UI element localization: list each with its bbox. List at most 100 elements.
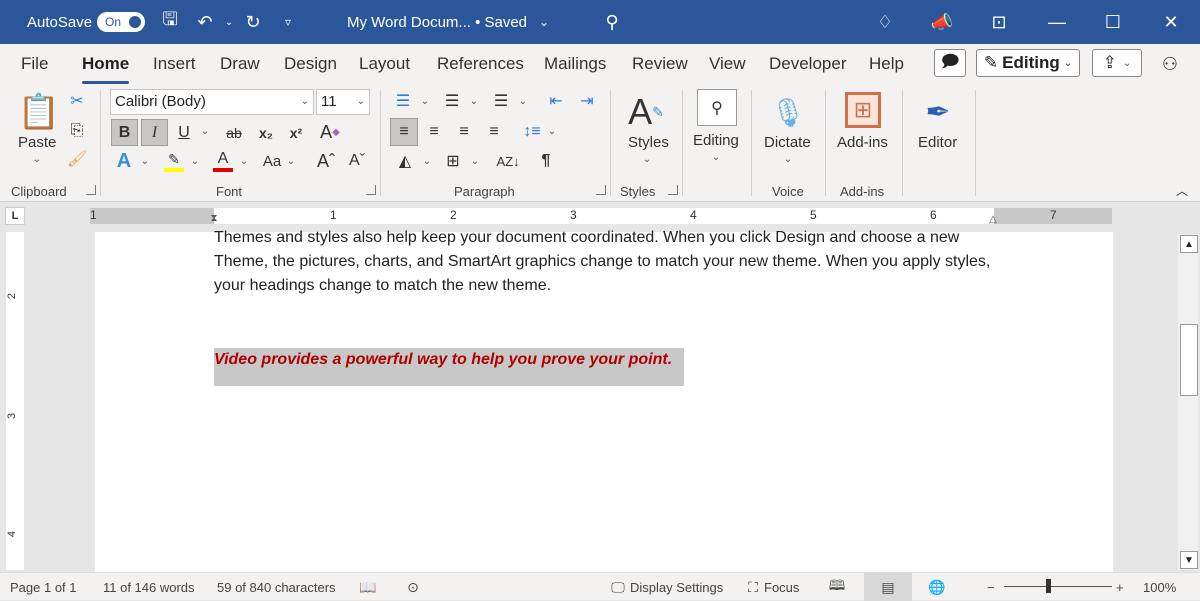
proofing-book-icon[interactable]: 📖: [358, 577, 378, 597]
paragraph-launcher-icon[interactable]: [596, 185, 606, 195]
shading-icon[interactable]: ◭: [394, 148, 416, 174]
close-icon[interactable]: ✕: [1159, 10, 1183, 34]
bullets-dropdown-icon[interactable]: ⌄: [420, 96, 430, 107]
zoom-slider-thumb[interactable]: [1046, 579, 1051, 593]
align-center-button[interactable]: ≡: [423, 118, 445, 146]
font-launcher-icon[interactable]: [366, 185, 376, 195]
display-settings-label[interactable]: Display Settings: [630, 580, 723, 595]
format-painter-icon[interactable]: 🖌: [66, 148, 88, 170]
tab-insert[interactable]: Insert: [153, 54, 196, 74]
copy-icon[interactable]: ⎘: [66, 120, 88, 142]
font-family-select[interactable]: Calibri (Body) ⌄: [110, 89, 314, 115]
paste-icon[interactable]: 📋: [18, 90, 60, 134]
strikethrough-button[interactable]: ab: [222, 119, 246, 146]
zoom-slider-track[interactable]: [1004, 586, 1112, 587]
minimize-icon[interactable]: —: [1045, 10, 1069, 34]
paste-dropdown-icon[interactable]: ⌄: [32, 154, 42, 165]
tab-view[interactable]: View: [709, 54, 746, 74]
share-button[interactable]: ⇪ ⌄: [1092, 49, 1142, 77]
highlight-dropdown-icon[interactable]: ⌄: [190, 156, 200, 167]
display-settings-icon[interactable]: 🖵: [608, 577, 628, 597]
zoom-in-button[interactable]: +: [1116, 580, 1124, 595]
title-dropdown-icon[interactable]: ⌄: [532, 10, 556, 34]
tab-mailings[interactable]: Mailings: [544, 54, 606, 74]
tab-home[interactable]: Home: [82, 54, 130, 84]
show-formatting-icon[interactable]: ¶: [535, 148, 557, 174]
body-paragraph[interactable]: Themes and styles also help keep your do…: [214, 226, 1004, 298]
tab-references[interactable]: References: [437, 54, 524, 74]
tab-review[interactable]: Review: [632, 54, 688, 74]
find-icon[interactable]: ⚲: [697, 89, 737, 126]
font-size-select[interactable]: 11 ⌄: [316, 89, 370, 115]
styles-dropdown-icon[interactable]: ⌄: [642, 154, 652, 165]
save-sync-icon[interactable]: 🖫: [158, 9, 182, 34]
customize-qat-icon[interactable]: ▿: [276, 10, 300, 34]
multilevel-dropdown-icon[interactable]: ⌄: [518, 96, 528, 107]
accessibility-icon[interactable]: ⊙: [403, 577, 423, 597]
editor-label[interactable]: Editor: [918, 134, 957, 151]
text-effects-dropdown-icon[interactable]: ⌄: [140, 156, 150, 167]
feedback-megaphone-icon[interactable]: 📣: [930, 10, 954, 34]
clipboard-launcher-icon[interactable]: [86, 185, 96, 195]
editing-mode-button[interactable]: ✎ Editing ⌄: [976, 49, 1080, 77]
align-left-button[interactable]: ≡: [390, 118, 418, 146]
line-spacing-dropdown-icon[interactable]: ⌄: [547, 126, 557, 137]
undo-dropdown-icon[interactable]: ⌄: [217, 10, 241, 34]
tab-draw[interactable]: Draw: [220, 54, 260, 74]
collapse-ribbon-icon[interactable]: ︿: [1174, 182, 1190, 198]
tab-layout[interactable]: Layout: [359, 54, 410, 74]
highlight-color-button[interactable]: ✎: [162, 148, 186, 174]
dictate-dropdown-icon[interactable]: ⌄: [783, 154, 793, 165]
comments-button[interactable]: 🗩: [934, 49, 966, 77]
horizontal-ruler[interactable]: [90, 208, 1112, 224]
web-layout-icon[interactable]: 🌐: [927, 577, 947, 597]
cut-icon[interactable]: ✂: [66, 90, 88, 112]
tab-help[interactable]: Help: [869, 54, 904, 74]
page-count[interactable]: Page 1 of 1: [10, 580, 77, 595]
addins-icon[interactable]: ⊞: [845, 92, 881, 128]
multilevel-list-icon[interactable]: ☰: [490, 90, 512, 112]
tab-design[interactable]: Design: [284, 54, 337, 74]
word-count[interactable]: 11 of 146 words: [103, 580, 195, 595]
font-color-button[interactable]: A: [211, 148, 235, 174]
ribbon-display-icon[interactable]: ⊡: [987, 10, 1011, 34]
character-count[interactable]: 59 of 840 characters: [217, 580, 336, 595]
sort-icon[interactable]: AZ↓: [496, 148, 520, 174]
subscript-button[interactable]: x₂: [255, 119, 277, 146]
focus-label[interactable]: Focus: [764, 580, 799, 595]
scroll-thumb[interactable]: [1180, 324, 1198, 396]
clear-formatting-icon[interactable]: A ◆: [318, 119, 342, 146]
undo-icon[interactable]: ↶: [193, 10, 217, 34]
dictate-label[interactable]: Dictate: [764, 134, 811, 151]
paste-label[interactable]: Paste: [18, 134, 56, 151]
font-color-dropdown-icon[interactable]: ⌄: [239, 156, 249, 167]
superscript-button[interactable]: x²: [285, 119, 307, 146]
align-right-button[interactable]: ≡: [453, 118, 475, 146]
underline-button[interactable]: U: [174, 119, 194, 146]
italic-button[interactable]: I: [141, 119, 168, 146]
focus-icon[interactable]: ⛶: [743, 577, 763, 597]
text-effects-icon[interactable]: A: [112, 148, 136, 174]
premium-diamond-icon[interactable]: ♢: [873, 10, 897, 34]
numbering-dropdown-icon[interactable]: ⌄: [469, 96, 479, 107]
redo-icon[interactable]: ↻: [241, 10, 265, 34]
microphone-icon[interactable]: 🎙: [770, 90, 806, 134]
vertical-scrollbar[interactable]: [1178, 234, 1198, 570]
styles-button-label[interactable]: Styles: [628, 134, 669, 151]
zoom-level[interactable]: 100%: [1143, 580, 1176, 595]
scroll-down-button[interactable]: ▼: [1180, 551, 1198, 569]
line-spacing-icon[interactable]: ↕≡: [520, 118, 544, 146]
editing-button-label[interactable]: Editing: [693, 132, 739, 149]
change-case-button[interactable]: Aa: [259, 148, 285, 174]
read-mode-icon[interactable]: 🕮: [827, 577, 847, 597]
shrink-font-icon[interactable]: Aˇ: [345, 148, 369, 174]
selected-text-highlight[interactable]: Video provides a powerful way to help yo…: [214, 348, 684, 386]
increase-indent-icon[interactable]: ⇥: [576, 90, 598, 112]
maximize-icon[interactable]: ☐: [1101, 10, 1125, 34]
bullets-icon[interactable]: ☰: [392, 90, 414, 112]
autosave-toggle[interactable]: On: [97, 12, 145, 32]
editor-pen-icon[interactable]: ✒: [918, 90, 958, 134]
decrease-indent-icon[interactable]: ⇤: [545, 90, 567, 112]
print-layout-icon[interactable]: ▤: [864, 573, 912, 601]
tab-developer[interactable]: Developer: [769, 54, 847, 74]
